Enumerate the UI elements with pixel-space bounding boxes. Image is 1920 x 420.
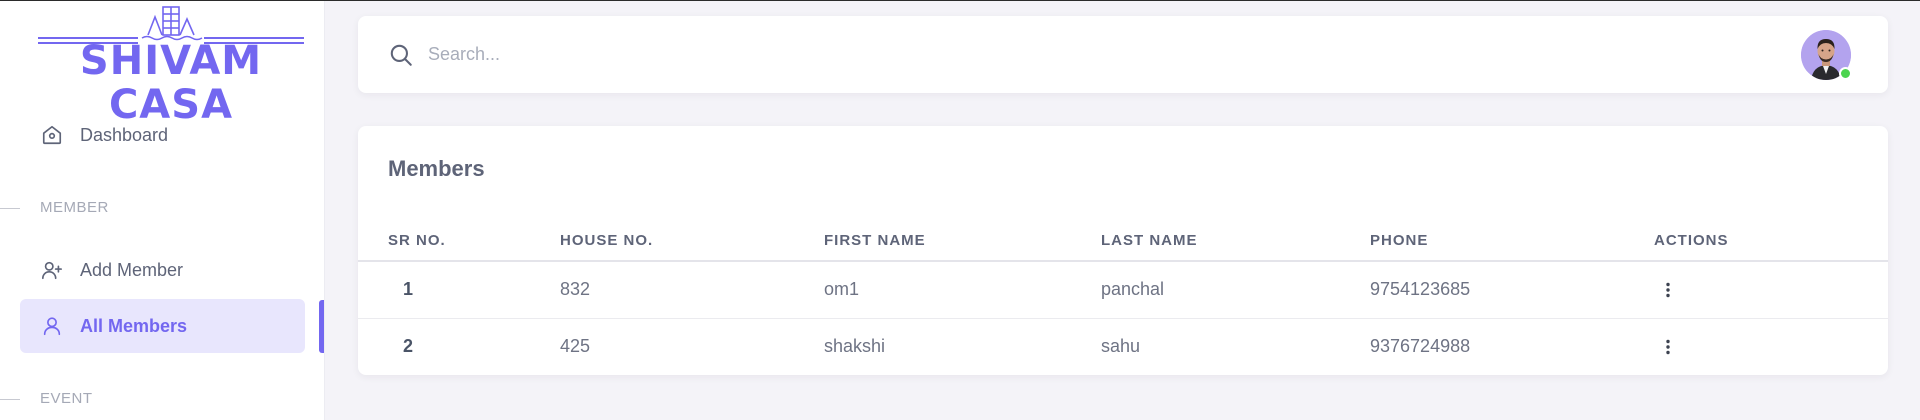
section-divider <box>0 208 20 209</box>
section-label-event: EVENT <box>40 390 93 407</box>
sidebar-item-label: Dashboard <box>80 124 169 145</box>
user-icon <box>40 314 64 338</box>
cell-house-no: 832 <box>560 261 824 319</box>
sidebar-item-all-members[interactable]: All Members <box>20 299 305 353</box>
sidebar: SHIVAM CASA Dashboard MEMBER Add Member <box>0 1 325 420</box>
column-header-house-no[interactable]: HOUSE NO. <box>560 220 824 262</box>
cell-sr-no: 2 <box>403 336 414 357</box>
table-row: 1 832 om1 panchal 9754123685 <box>358 261 1888 319</box>
user-avatar[interactable] <box>1801 30 1852 80</box>
sidebar-item-label: All Members <box>80 315 188 336</box>
section-divider <box>0 399 20 400</box>
online-status-badge <box>1839 67 1852 80</box>
search-input[interactable] <box>428 34 1028 74</box>
cell-last-name: panchal <box>1101 261 1370 319</box>
sidebar-item-dashboard[interactable]: Dashboard <box>20 108 305 162</box>
section-label-member: MEMBER <box>40 199 109 216</box>
table-row: 2 425 shakshi sahu 9376724988 <box>358 318 1888 375</box>
more-vertical-icon[interactable] <box>1656 335 1680 359</box>
cell-first-name: shakshi <box>824 336 886 357</box>
members-card: Members SR NO. HOUSE NO. FIRST NAME LAST… <box>358 126 1888 375</box>
column-header-first-name[interactable]: FIRST NAME <box>824 220 1101 262</box>
sidebar-item-label: Add Member <box>80 259 184 280</box>
column-header-phone[interactable]: PHONE <box>1370 220 1654 262</box>
column-header-sr-no[interactable]: SR NO. <box>358 220 560 262</box>
members-table: SR NO. HOUSE NO. FIRST NAME LAST NAME PH… <box>358 220 1888 375</box>
cell-phone: 9376724988 <box>1370 336 1471 357</box>
column-header-actions: ACTIONS <box>1654 220 1888 262</box>
sidebar-item-add-member[interactable]: Add Member <box>20 243 305 297</box>
cell-first-name: om1 <box>824 261 1101 319</box>
cell-actions <box>1654 318 1888 375</box>
cell-last-name: sahu <box>1101 336 1141 357</box>
cell-phone: 9754123685 <box>1370 261 1654 319</box>
brand-logo[interactable]: SHIVAM CASA <box>38 5 304 127</box>
cell-actions <box>1654 261 1888 319</box>
card-title: Members <box>388 156 485 181</box>
user-plus-icon <box>40 258 64 282</box>
search-icon[interactable] <box>388 42 414 68</box>
more-vertical-icon[interactable] <box>1656 278 1680 302</box>
top-navbar <box>358 16 1888 93</box>
cell-house-no: 425 <box>560 336 591 357</box>
active-indicator <box>319 300 324 353</box>
column-header-last-name[interactable]: LAST NAME <box>1101 220 1370 262</box>
table-header-row: SR NO. HOUSE NO. FIRST NAME LAST NAME PH… <box>358 220 1888 262</box>
home-icon <box>40 123 64 147</box>
cell-sr-no: 1 <box>358 261 560 319</box>
